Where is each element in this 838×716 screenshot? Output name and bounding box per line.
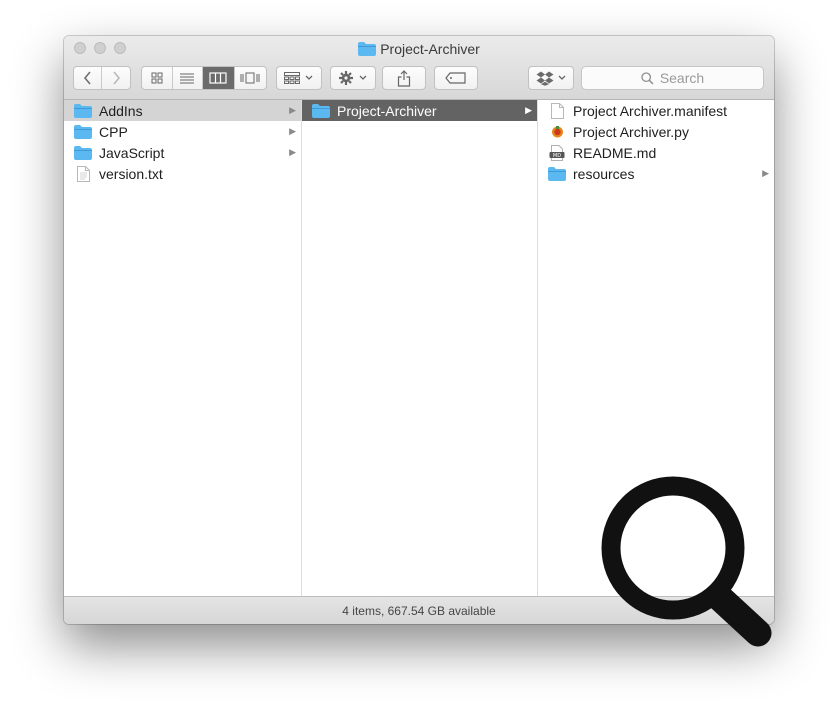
disclosure-arrow-icon: ▶ xyxy=(762,168,769,178)
dropbox-button[interactable] xyxy=(528,66,574,90)
markdown-file-icon: MD xyxy=(548,144,566,161)
item-label: resources xyxy=(573,165,635,182)
disclosure-arrow-icon: ▶ xyxy=(289,105,296,115)
python-file-icon xyxy=(548,124,566,140)
view-mode-control xyxy=(141,66,267,90)
list-item-version-txt[interactable]: version.txt xyxy=(64,163,301,184)
tag-button[interactable] xyxy=(434,66,478,90)
folder-icon xyxy=(312,103,330,119)
magnifier-icon xyxy=(601,476,772,647)
window-title: Project-Archiver xyxy=(64,41,774,59)
chevron-down-icon xyxy=(305,75,313,80)
item-label: AddIns xyxy=(99,102,143,119)
status-text: 4 items, 667.54 GB available xyxy=(342,604,496,618)
list-item-manifest[interactable]: Project Archiver.manifest xyxy=(538,100,774,121)
item-label: Project Archiver.manifest xyxy=(573,102,728,119)
chevron-left-icon xyxy=(83,71,91,85)
share-button[interactable] xyxy=(382,66,426,90)
search-placeholder: Search xyxy=(659,70,705,86)
list-view-button[interactable] xyxy=(173,67,204,89)
folder-icon xyxy=(548,166,566,182)
folder-icon xyxy=(358,42,377,59)
icon-view-button[interactable] xyxy=(142,67,173,89)
cover-flow-view-button[interactable] xyxy=(235,67,266,89)
dropbox-icon xyxy=(536,71,553,86)
chevron-right-icon xyxy=(113,71,121,85)
cover-flow-view-icon xyxy=(240,72,260,84)
action-button[interactable] xyxy=(330,66,376,90)
tag-icon xyxy=(445,72,466,84)
icon-view-icon xyxy=(151,72,163,84)
list-item-python[interactable]: Project Archiver.py xyxy=(538,121,774,142)
text-file-icon xyxy=(74,165,92,182)
disclosure-arrow-icon: ▶ xyxy=(289,147,296,157)
disclosure-arrow-icon: ▶ xyxy=(289,126,296,136)
list-item-addins[interactable]: AddIns ▶ xyxy=(64,100,301,121)
window-title-text: Project-Archiver xyxy=(380,41,480,57)
column-view-icon xyxy=(209,72,227,84)
folder-icon xyxy=(74,103,92,119)
browser-column-1[interactable]: AddIns ▶ CPP ▶ JavaScript ▶ version.txt xyxy=(64,100,302,596)
gear-icon xyxy=(339,71,353,85)
list-item-cpp[interactable]: CPP ▶ xyxy=(64,121,301,142)
browser-column-2[interactable]: Project-Archiver ▶ xyxy=(302,100,538,596)
chevron-down-icon xyxy=(359,75,367,80)
list-item-project-archiver[interactable]: Project-Archiver ▶ xyxy=(302,100,537,121)
disclosure-arrow-icon: ▶ xyxy=(525,105,532,115)
folder-icon xyxy=(74,145,92,161)
search-icon xyxy=(641,71,654,85)
item-label: CPP xyxy=(99,123,128,140)
arrange-grid-icon xyxy=(284,72,300,84)
share-icon xyxy=(397,69,411,87)
toolbar: Project-Archiver Search xyxy=(64,36,774,100)
item-label: JavaScript xyxy=(99,144,165,161)
column-view-button[interactable] xyxy=(203,67,235,89)
list-item-readme[interactable]: MD README.md xyxy=(538,142,774,163)
search-field[interactable]: Search xyxy=(581,66,764,90)
item-label: Project-Archiver xyxy=(337,102,437,119)
item-label: Project Archiver.py xyxy=(573,123,689,140)
arrange-button[interactable] xyxy=(276,66,322,90)
folder-icon xyxy=(74,124,92,140)
back-button[interactable] xyxy=(74,67,103,89)
forward-button[interactable] xyxy=(102,67,130,89)
svg-text:MD: MD xyxy=(553,153,561,159)
back-forward-control xyxy=(73,66,131,90)
list-view-icon xyxy=(180,73,195,84)
list-item-javascript[interactable]: JavaScript ▶ xyxy=(64,142,301,163)
list-item-resources[interactable]: resources ▶ xyxy=(538,163,774,184)
item-label: README.md xyxy=(573,144,657,161)
item-label: version.txt xyxy=(99,165,163,182)
blank-file-icon xyxy=(548,102,566,119)
chevron-down-icon xyxy=(558,75,565,80)
